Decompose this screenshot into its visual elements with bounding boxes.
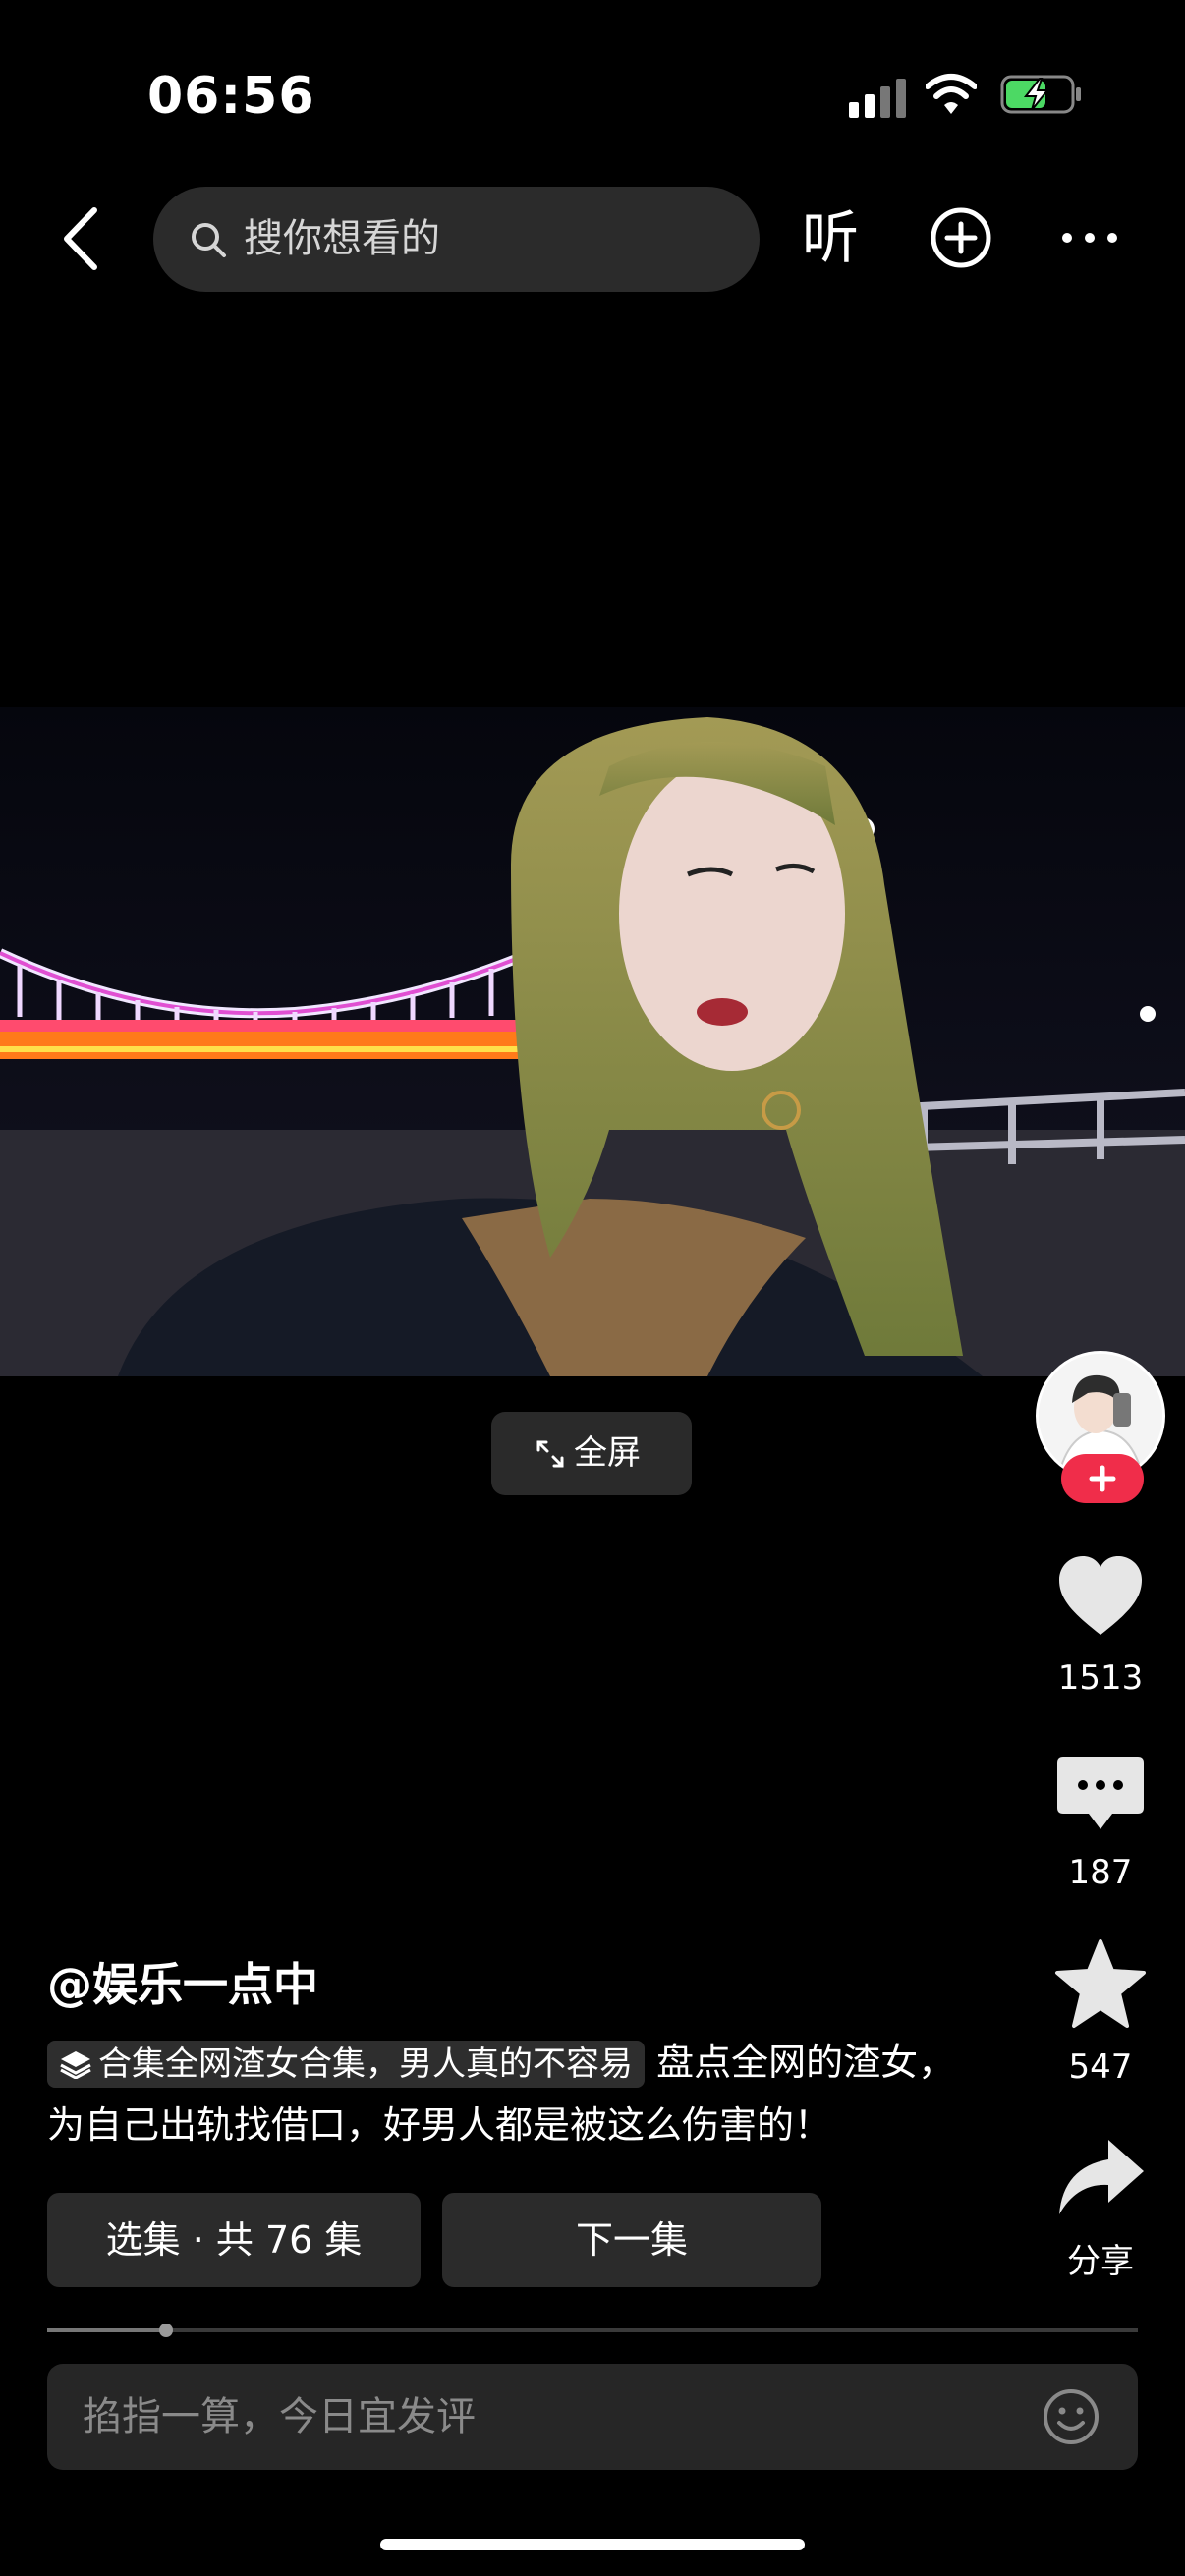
comment-count: 187 — [1068, 1853, 1133, 1892]
home-indicator[interactable] — [380, 2539, 805, 2550]
battery-charging-icon — [1000, 75, 1081, 114]
plus-icon — [1089, 1465, 1116, 1492]
fullscreen-button[interactable]: 全屏 — [491, 1412, 692, 1495]
like-count: 1513 — [1057, 1658, 1144, 1698]
post-caption: 合集全网渣女合集，男人真的不容易 盘点全网的渣女，为自己出轨找借口，好男人都是被… — [47, 2032, 990, 2156]
expand-icon — [536, 1440, 564, 1468]
more-icon[interactable] — [1059, 226, 1120, 250]
wifi-icon — [926, 74, 977, 114]
next-episode-button[interactable]: 下一集 — [442, 2193, 821, 2287]
search-bar[interactable]: 搜你想看的 — [153, 187, 760, 292]
author-name[interactable]: @娱乐一点中 — [47, 1955, 318, 2014]
collection-tag-text: 合集全网渣女合集，男人真的不容易 — [98, 2044, 633, 2084]
emoji-icon[interactable] — [1042, 2387, 1100, 2446]
comment-input[interactable]: 掐指一算，今日宜发评 — [47, 2364, 1138, 2470]
collection-tag[interactable]: 合集全网渣女合集，男人真的不容易 — [47, 2041, 645, 2088]
favorite-count: 547 — [1068, 2047, 1133, 2087]
layers-icon — [60, 2051, 91, 2080]
playback-progress[interactable] — [47, 2324, 1138, 2337]
listen-button[interactable]: 听 — [802, 202, 859, 273]
search-icon — [192, 223, 226, 257]
video-player[interactable] — [0, 707, 1185, 1376]
video-frame-image — [0, 707, 1185, 1376]
episodes-button[interactable]: 选集 · 共 76 集 — [47, 2193, 421, 2287]
share-icon[interactable] — [1053, 2132, 1148, 2226]
add-circle-icon[interactable] — [930, 206, 992, 269]
progress-handle[interactable] — [159, 2324, 173, 2337]
fullscreen-label: 全屏 — [574, 1433, 641, 1473]
search-placeholder: 搜你想看的 — [244, 216, 440, 261]
share-label: 分享 — [1067, 2242, 1134, 2281]
comment-placeholder: 掐指一算，今日宜发评 — [83, 2394, 476, 2439]
comment-icon[interactable] — [1053, 1747, 1148, 1841]
star-icon[interactable] — [1053, 1937, 1148, 2032]
cellular-signal-icon — [849, 79, 906, 118]
follow-button[interactable] — [1061, 1454, 1144, 1503]
status-time: 06:56 — [147, 67, 315, 126]
heart-icon[interactable] — [1053, 1550, 1148, 1645]
progress-fill — [47, 2328, 165, 2332]
back-icon[interactable] — [61, 206, 100, 271]
